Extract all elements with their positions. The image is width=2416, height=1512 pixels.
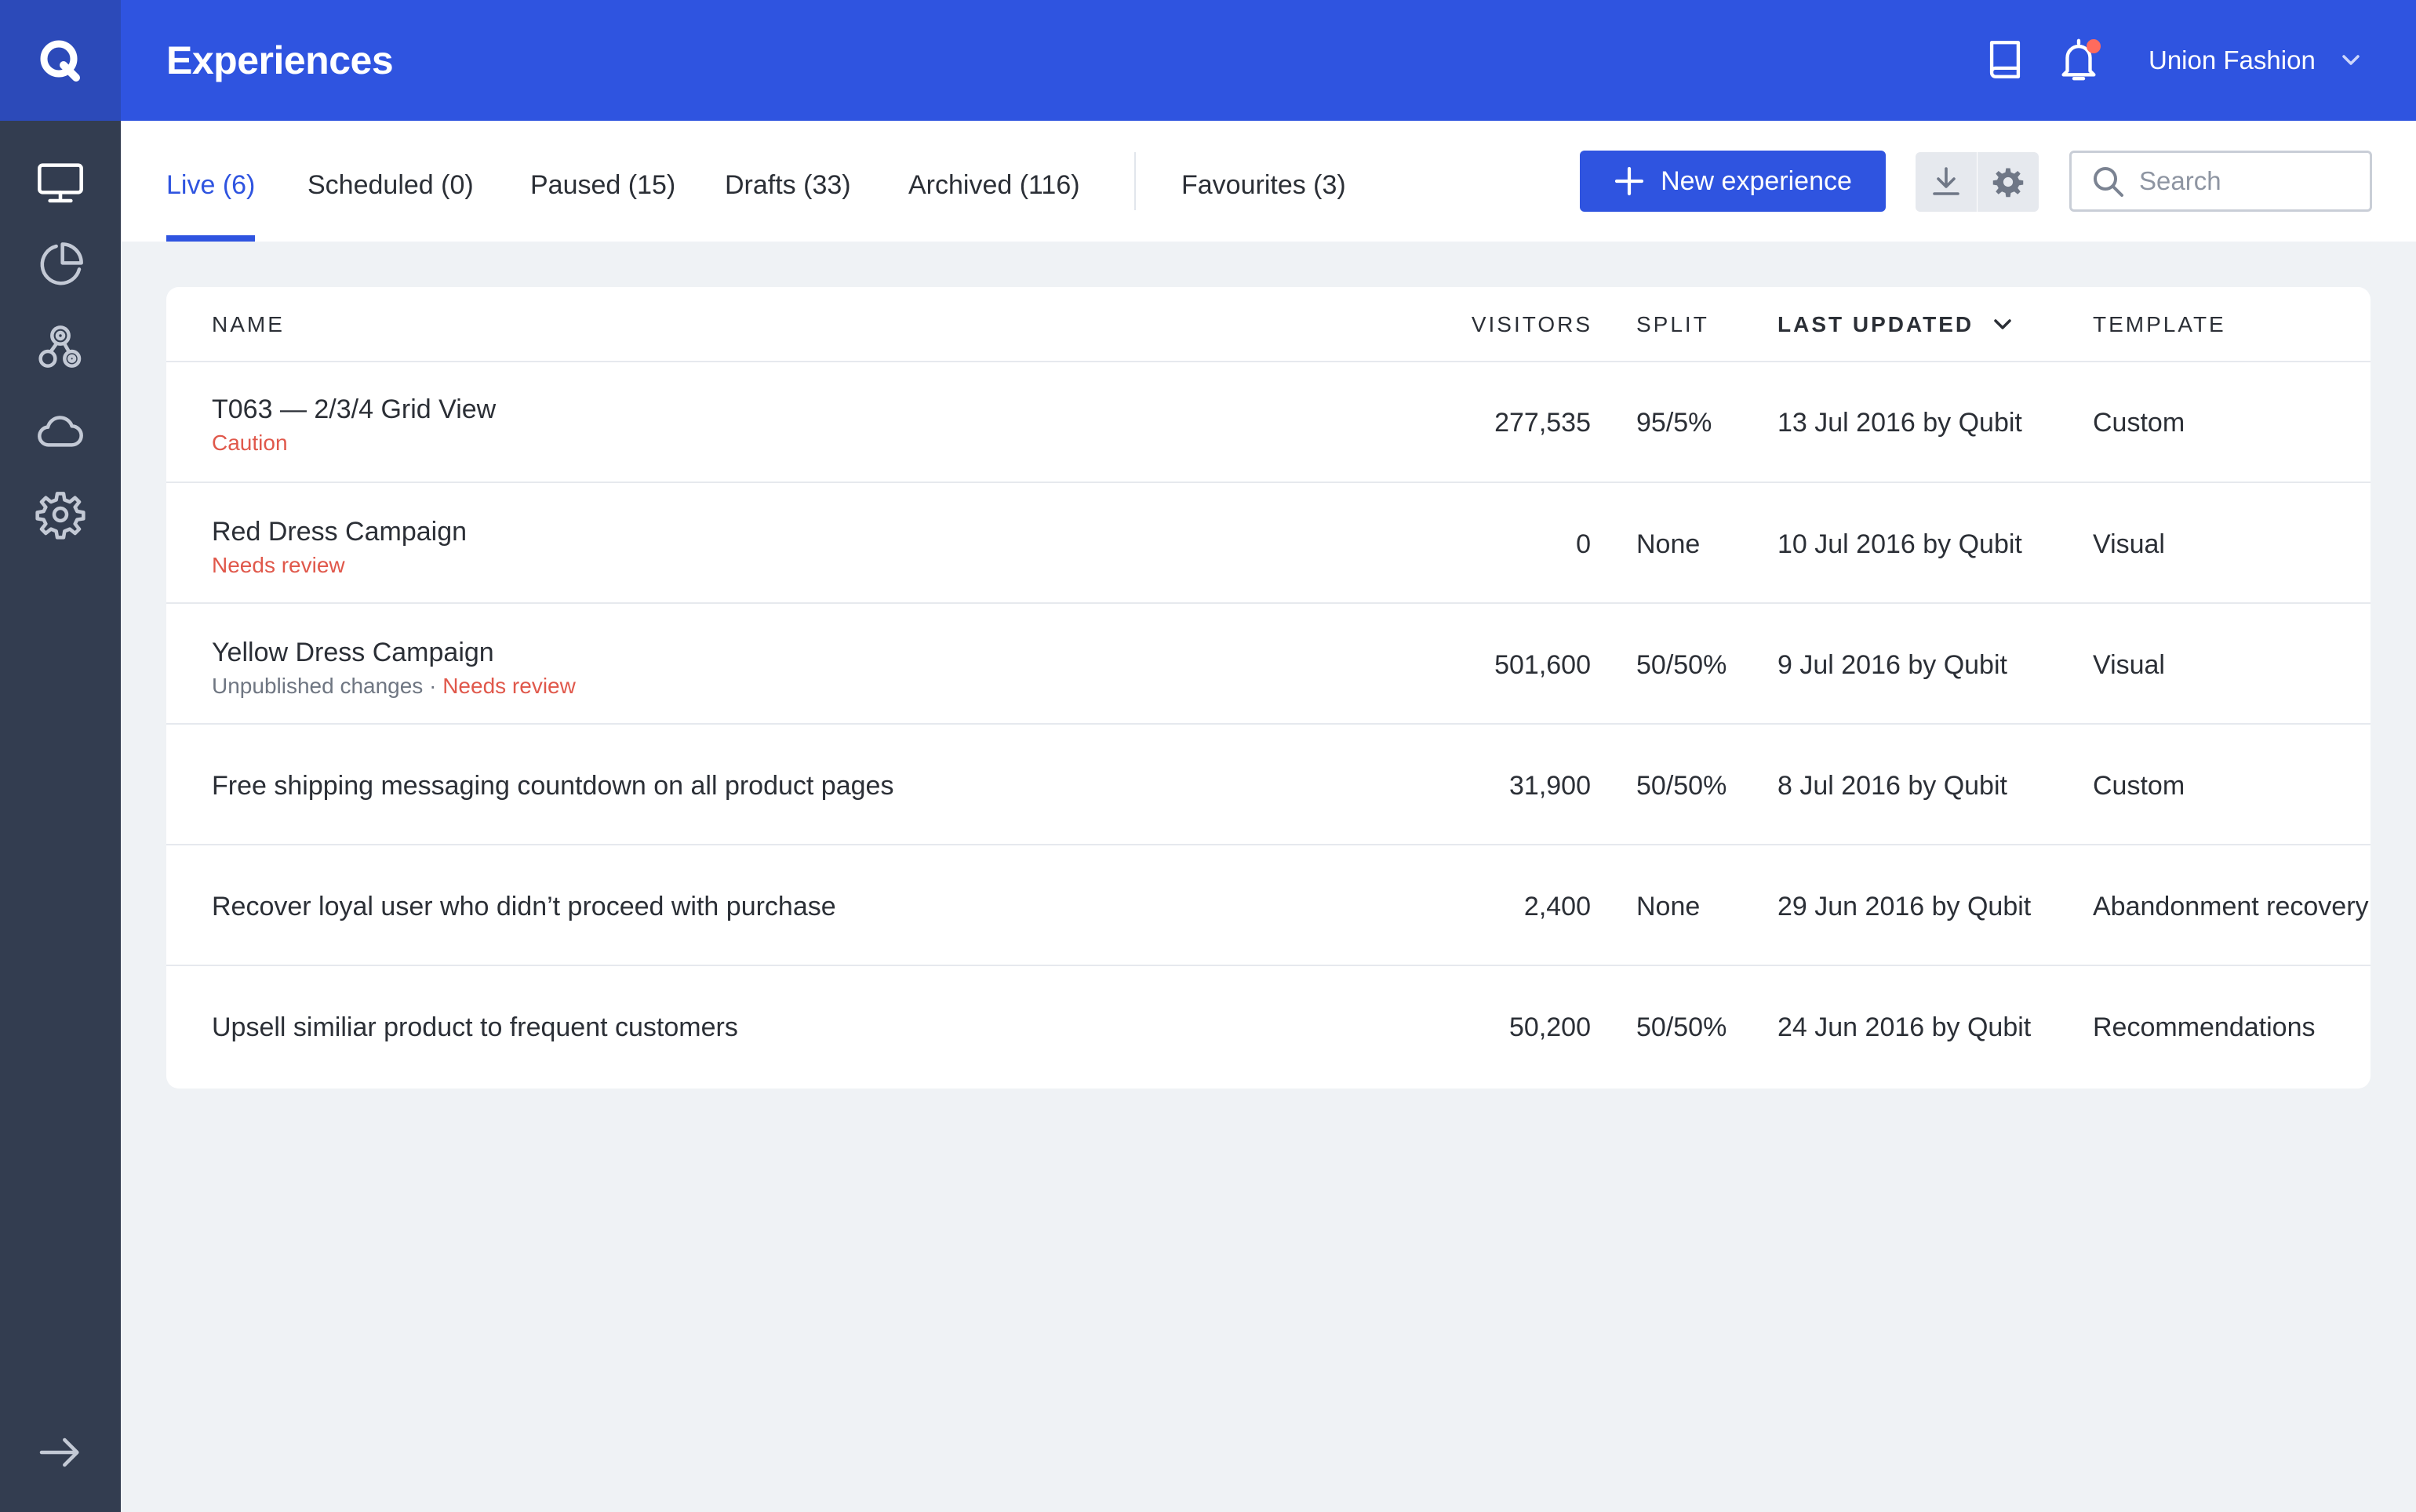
pie-chart-icon: [40, 242, 83, 285]
visitors-value: 0: [1576, 529, 1591, 559]
experience-name[interactable]: Red Dress Campaign: [212, 514, 467, 549]
last-updated-value: 13 Jul 2016 by Qubit: [1777, 408, 2022, 438]
template-value: Abandonment recovery: [2093, 892, 2369, 921]
rail-item-data[interactable]: [29, 400, 92, 463]
tab-favourites[interactable]: Favourites (3): [1181, 160, 1346, 242]
expand-rail-button[interactable]: [29, 1421, 92, 1484]
status-muted: Unpublished changes: [212, 674, 424, 698]
gear-icon: [35, 492, 86, 540]
tab-live[interactable]: Live (6): [166, 160, 256, 242]
book-icon: [1989, 41, 2021, 78]
column-header-last-updated-label: LAST UPDATED: [1777, 312, 1974, 336]
tab-paused[interactable]: Paused (15): [530, 160, 675, 242]
top-bar: Experiences Union Fashion: [121, 0, 2416, 121]
experience-status: Needs review: [212, 552, 345, 579]
side-rail: Q: [0, 0, 121, 1512]
template-value: Custom: [2093, 771, 2185, 801]
table-header: NAME VISITORS SPLIT LAST UPDATED TEMPLAT…: [166, 287, 2371, 362]
new-experience-label: New experience: [1661, 165, 1852, 196]
status-warning: Caution: [212, 431, 288, 455]
page-title: Experiences: [166, 38, 394, 82]
rail-item-experiences[interactable]: [29, 151, 92, 213]
experience-name[interactable]: Yellow Dress Campaign: [212, 635, 494, 670]
tab-archived[interactable]: Archived (116): [908, 160, 1080, 242]
status-warning: Needs review: [442, 674, 576, 698]
search-icon: [2094, 167, 2123, 197]
split-value: None: [1636, 529, 1701, 559]
experience-name[interactable]: Free shipping messaging countdown on all…: [212, 769, 893, 803]
visitors-value: 2,400: [1523, 892, 1591, 921]
download-icon: [1933, 167, 1959, 195]
account-name: Union Fashion: [2149, 45, 2316, 75]
status-warning: Needs review: [212, 553, 345, 577]
experience-name[interactable]: Upsell similiar product to frequent cust…: [212, 1010, 738, 1045]
rail-item-segments[interactable]: [29, 317, 92, 380]
search-box[interactable]: [2069, 151, 2372, 212]
plus-icon: [1614, 166, 1644, 196]
last-updated-value: 29 Jun 2016 by Qubit: [1777, 892, 2032, 921]
tab-drafts[interactable]: Drafts (33): [725, 160, 851, 242]
table-row[interactable]: Yellow Dress Campaign Unpublished change…: [166, 604, 2371, 725]
last-updated-value: 9 Jul 2016 by Qubit: [1777, 650, 2007, 680]
search-input[interactable]: [2139, 166, 2359, 196]
last-updated-value: 10 Jul 2016 by Qubit: [1777, 529, 2022, 559]
table-row[interactable]: Recover loyal user who didn’t proceed wi…: [166, 845, 2371, 966]
account-switcher[interactable]: Union Fashion: [2149, 33, 2363, 88]
notification-dot: [2087, 39, 2101, 53]
last-updated-value: 24 Jun 2016 by Qubit: [1777, 1012, 2032, 1042]
status-separator: ·: [423, 674, 443, 698]
template-value: Custom: [2093, 408, 2185, 438]
tab-bar: Live (6) Scheduled (0) Paused (15) Draft…: [121, 121, 2416, 242]
segments-icon: [38, 325, 82, 368]
rail-item-settings[interactable]: [29, 483, 92, 546]
experience-name[interactable]: T063 — 2/3/4 Grid View: [212, 392, 496, 427]
column-header-visitors[interactable]: VISITORS: [1343, 311, 1592, 339]
split-value: 50/50%: [1636, 771, 1727, 801]
column-header-template[interactable]: TEMPLATE: [2093, 311, 2226, 339]
cloud-icon: [38, 416, 83, 447]
notifications-button[interactable]: [2047, 28, 2110, 91]
column-header-last-updated[interactable]: LAST UPDATED: [1777, 311, 2014, 339]
table-row[interactable]: T063 — 2/3/4 Grid View Caution 277,535 9…: [166, 362, 2371, 483]
tab-divider: [1134, 152, 1136, 210]
column-header-split[interactable]: SPLIT: [1636, 311, 1709, 339]
docs-button[interactable]: [1974, 28, 2036, 91]
gear-icon: [1992, 168, 2024, 198]
download-button[interactable]: [1916, 152, 1977, 212]
table-row[interactable]: Upsell similiar product to frequent cust…: [166, 966, 2371, 1087]
last-updated-value: 8 Jul 2016 by Qubit: [1777, 771, 2007, 801]
chevron-down-icon: [2342, 55, 2360, 65]
experience-status: Caution: [212, 430, 288, 456]
arrow-right-icon: [39, 1437, 79, 1467]
visitors-value: 31,900: [1509, 771, 1591, 801]
table-settings-button[interactable]: [1978, 152, 2039, 212]
q-logo-icon: [40, 40, 80, 82]
split-value: None: [1636, 892, 1701, 921]
template-value: Recommendations: [2093, 1012, 2316, 1042]
split-value: 50/50%: [1636, 1012, 1727, 1042]
sort-desc-chevron-icon: [1994, 319, 2011, 329]
new-experience-button[interactable]: New experience: [1580, 151, 1886, 212]
experience-status: Unpublished changes · Needs review: [212, 673, 576, 700]
monitor-icon: [38, 163, 83, 203]
rail-item-analytics[interactable]: [29, 234, 92, 296]
split-value: 50/50%: [1636, 650, 1727, 680]
visitors-value: 501,600: [1494, 650, 1591, 680]
qubit-logo[interactable]: Q: [0, 0, 121, 121]
table-row[interactable]: Free shipping messaging countdown on all…: [166, 725, 2371, 845]
experience-name[interactable]: Recover loyal user who didn’t proceed wi…: [212, 889, 836, 924]
experiences-table: NAME VISITORS SPLIT LAST UPDATED TEMPLAT…: [166, 287, 2371, 1089]
column-header-name[interactable]: NAME: [212, 311, 285, 339]
tab-scheduled[interactable]: Scheduled (0): [307, 160, 474, 242]
template-value: Visual: [2093, 650, 2165, 680]
template-value: Visual: [2093, 529, 2165, 559]
visitors-value: 50,200: [1509, 1012, 1591, 1042]
table-row[interactable]: Red Dress Campaign Needs review 0 None 1…: [166, 483, 2371, 604]
split-value: 95/5%: [1636, 408, 1712, 438]
visitors-value: 277,535: [1494, 408, 1591, 438]
